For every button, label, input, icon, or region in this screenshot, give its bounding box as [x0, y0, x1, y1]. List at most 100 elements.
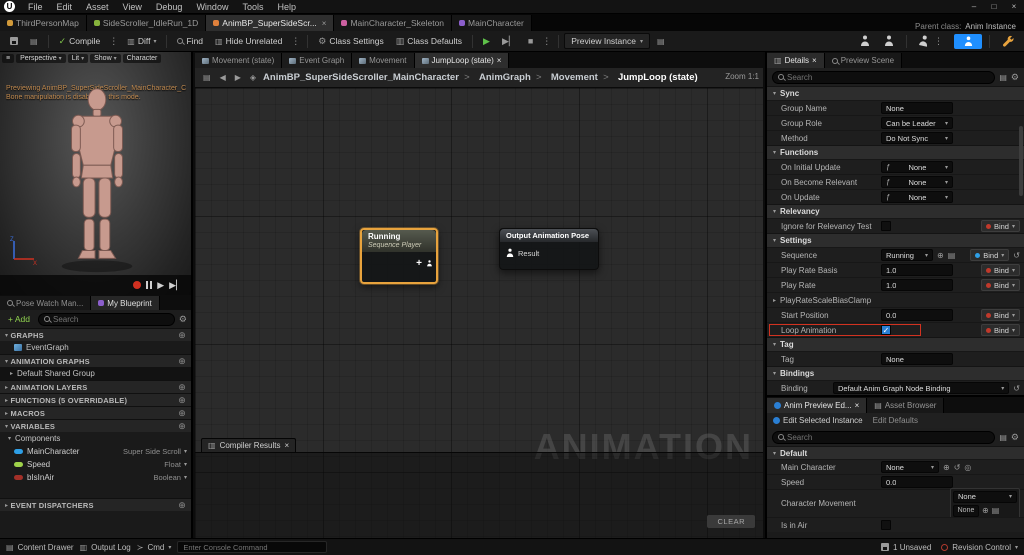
doc-tab-maincharacter-skeleton[interactable]: MainCharacter_Skeleton — [334, 15, 453, 31]
save-button[interactable] — [5, 35, 23, 47]
add-animation-layer-icon[interactable]: ⊕ — [178, 382, 186, 393]
lit-dropdown[interactable]: Lit ▾ — [67, 54, 89, 63]
unreal-logo-icon[interactable]: U — [4, 1, 15, 12]
add-variable-icon[interactable]: ⊕ — [178, 421, 186, 432]
play-button[interactable]: ▶ — [478, 34, 495, 49]
use-selected-icon[interactable]: ⊕ — [943, 463, 950, 472]
section-graphs[interactable]: ▾ GRAPHS ⊕ — [0, 328, 191, 341]
add-button[interactable]: + Add — [4, 313, 34, 325]
edit-selected-instance-option[interactable]: Edit Selected Instance — [773, 416, 863, 425]
node-sequence-player-running[interactable]: Running Sequence Player + — [360, 228, 438, 284]
section-variables[interactable]: ▾ VARIABLES ⊕ — [0, 419, 191, 432]
pose-input-pin[interactable] — [506, 248, 514, 258]
doc-tab-sidescroller-idlerun[interactable]: SideScroller_IdleRun_1D — [86, 15, 207, 31]
add-function-icon[interactable]: ⊕ — [178, 395, 186, 406]
tab-preview-scene[interactable]: Preview Scene — [824, 53, 903, 68]
minimize-button[interactable]: – — [964, 0, 984, 14]
bind-button[interactable]: Bind ▾ — [970, 249, 1010, 261]
bind-button[interactable]: Bind ▾ — [980, 309, 1020, 321]
tab-anim-preview-editor[interactable]: Anim Preview Ed... × — [767, 398, 868, 413]
menu-item[interactable]: File — [21, 0, 50, 14]
graph-tab-event-graph[interactable]: Event Graph — [282, 53, 353, 68]
add-graph-icon[interactable]: ⊕ — [178, 330, 186, 341]
class-defaults-button[interactable]: ▥ Class Defaults — [391, 34, 467, 49]
display-filter-icon[interactable]: ▤ — [999, 433, 1007, 442]
binding-dropdown[interactable]: Default Anim Graph Node Binding ▾ — [833, 382, 1010, 394]
search-input[interactable] — [787, 72, 990, 82]
unsaved-indicator[interactable]: 1 Unsaved — [881, 543, 931, 552]
is-in-air-checkbox[interactable] — [881, 520, 891, 530]
menu-item[interactable]: Edit — [50, 0, 80, 14]
play-forward-button[interactable]: ▶ — [157, 280, 164, 291]
add-macro-icon[interactable]: ⊕ — [178, 408, 186, 419]
revision-control-button[interactable]: Revision Control ▾ — [941, 543, 1018, 552]
hide-unrelated-button[interactable]: ▥ Hide Unrelated — [210, 34, 287, 48]
section-default[interactable]: ▾ Default — [767, 446, 1024, 459]
parent-class-value[interactable]: Anim Instance — [965, 22, 1016, 31]
reset-to-default-icon[interactable]: ↺ — [1013, 384, 1020, 393]
perspective-dropdown[interactable]: Perspective ▾ — [16, 54, 66, 63]
browse-icon[interactable]: ▤ — [992, 506, 1000, 515]
class-settings-button[interactable]: ⚙ Class Settings — [313, 34, 388, 49]
graph-canvas[interactable]: Running Sequence Player + Output Animati… — [195, 88, 763, 538]
variable-row[interactable]: MainCharacter Super Side Scroll ▾ — [0, 445, 191, 458]
on-update-dropdown[interactable]: ƒ None ▾ — [881, 191, 953, 203]
frame-step-button[interactable]: ▶▏ — [497, 34, 521, 49]
doc-tab-maincharacter[interactable]: MainCharacter — [452, 15, 532, 31]
details-scrollbar[interactable] — [1019, 126, 1023, 196]
menu-item[interactable]: Window — [189, 0, 235, 14]
section-bindings[interactable]: ▾ Bindings — [767, 366, 1024, 380]
viewport-options-button[interactable]: ≡ — [2, 54, 15, 63]
on-initial-update-dropdown[interactable]: ƒ None ▾ — [881, 161, 953, 173]
menu-item[interactable]: Help — [270, 0, 303, 14]
reset-to-default-icon[interactable]: ↺ — [1013, 251, 1020, 260]
menu-item[interactable]: Asset — [79, 0, 116, 14]
tab-my-blueprint[interactable]: My Blueprint — [91, 296, 160, 310]
variable-row[interactable]: Speed Float ▾ — [0, 458, 191, 471]
use-selected-icon[interactable]: ⊕ — [982, 506, 989, 515]
section-relevancy[interactable]: ▾ Relevancy — [767, 204, 1024, 218]
display-filter-icon[interactable]: ▤ — [999, 73, 1007, 82]
variable-row[interactable]: bIsInAir Boolean ▾ — [0, 471, 191, 484]
details-search[interactable] — [772, 70, 996, 84]
play-rate-basis-field[interactable]: 1.0 — [881, 264, 953, 276]
character-movement-dropdown[interactable]: None ▾ — [953, 490, 1017, 503]
start-position-field[interactable]: 0.0 — [881, 309, 953, 321]
content-drawer-button[interactable]: ▤ Content Drawer — [6, 543, 74, 552]
loop-animation-checkbox[interactable]: ✓ — [881, 325, 891, 335]
browse-asset-button[interactable]: ▤ — [25, 35, 43, 48]
eyedropper-icon[interactable]: ◎ — [964, 463, 971, 472]
close-tab-icon[interactable]: × — [855, 401, 860, 410]
menu-item[interactable]: Debug — [149, 0, 190, 14]
compile-options-icon[interactable]: ⋮ — [107, 36, 120, 47]
graph-tab-movement-state[interactable]: Movement (state) — [195, 53, 283, 68]
section-animation-layers[interactable]: ▸ ANIMATION LAYERS ⊕ — [0, 380, 191, 393]
tree-item-default-shared-group[interactable]: ▸ Default Shared Group — [0, 367, 191, 380]
speed-field[interactable]: 0.0 — [881, 476, 953, 488]
cmd-dropdown[interactable]: ≻ Cmd ▾ — [137, 543, 172, 552]
section-tag[interactable]: ▾ Tag — [767, 337, 1024, 351]
bind-button[interactable]: Bind ▾ — [980, 264, 1020, 276]
search-input[interactable] — [787, 432, 990, 442]
edit-defaults-option[interactable]: Edit Defaults — [873, 416, 918, 425]
close-tab-icon[interactable]: × — [812, 56, 817, 65]
stop-button[interactable]: ■ — [523, 34, 538, 48]
panel-toggle-icon[interactable]: ▤ — [201, 73, 213, 82]
gear-icon[interactable]: ⚙ — [179, 314, 187, 325]
reset-icon[interactable]: ↺ — [954, 463, 961, 472]
gear-icon[interactable]: ⚙ — [1011, 72, 1019, 83]
pause-button[interactable] — [146, 281, 153, 289]
play-options-icon[interactable]: ⋮ — [540, 36, 553, 47]
hide-unrelated-options-icon[interactable]: ⋮ — [289, 36, 302, 47]
output-log-button[interactable]: ▥ Output Log — [80, 543, 131, 552]
doc-tab-animbp-supersidescroller[interactable]: AnimBP_SuperSideScr... × — [206, 15, 335, 31]
modify-button[interactable] — [997, 33, 1019, 49]
tab-details[interactable]: ▥ Details × — [767, 53, 825, 68]
character-preview-button[interactable] — [879, 33, 899, 49]
show-dropdown[interactable]: Show ▾ — [90, 54, 121, 63]
object-thumbnail[interactable]: None — [953, 504, 979, 517]
close-tab-icon[interactable]: × — [322, 19, 327, 28]
method-dropdown[interactable]: Do Not Sync ▾ — [881, 132, 953, 144]
add-animation-graph-icon[interactable]: ⊕ — [178, 356, 186, 367]
use-selected-asset-icon[interactable]: ⊕ — [937, 251, 944, 260]
